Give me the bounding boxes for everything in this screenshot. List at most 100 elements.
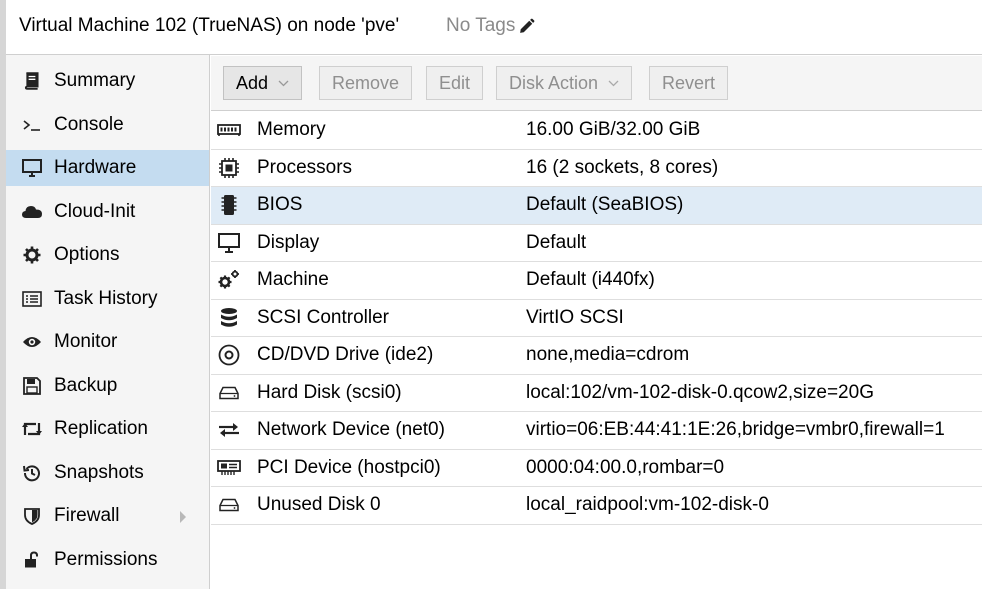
sidebar-item-permissions[interactable]: Permissions (6, 542, 209, 578)
row-name: Display (257, 231, 320, 253)
sidebar-item-hardware[interactable]: Hardware (6, 150, 209, 186)
row-value: virtio=06:EB:44:41:1E:26,bridge=vmbr0,fi… (526, 419, 945, 441)
eye-icon (20, 331, 44, 353)
hardware-toolbar: Add Remove Edit Disk Action Revert (211, 56, 982, 111)
row-name: Processors (257, 156, 353, 178)
cdrom-icon (216, 344, 242, 366)
table-row[interactable]: BIOS Default (SeaBIOS) (211, 187, 982, 225)
table-row[interactable]: Network Device (net0) virtio=06:EB:44:41… (211, 412, 982, 450)
row-name: SCSI Controller (257, 306, 389, 328)
disk-action-label: Disk Action (509, 72, 599, 93)
row-value: Default (i440fx) (526, 269, 655, 291)
hdd-icon (216, 382, 242, 404)
sidebar-item-label: Replication (54, 418, 148, 439)
microchip-icon (216, 194, 242, 216)
sidebar-item-label: Hardware (54, 157, 137, 178)
row-value: Default (526, 231, 587, 253)
row-name: Machine (257, 269, 329, 291)
sidebar-item-label: Cloud-Init (54, 201, 136, 222)
sidebar-item-monitor[interactable]: Monitor (6, 324, 209, 360)
cogs-icon (216, 269, 242, 291)
book-icon (20, 70, 44, 92)
sidebar-item-label: Summary (54, 70, 136, 91)
row-value: Default (SeaBIOS) (526, 194, 684, 216)
row-name: BIOS (257, 194, 303, 216)
sidebar-item-label: Permissions (54, 549, 158, 570)
hardware-grid: Memory 16.00 GiB/32.00 GiB Processors 16… (211, 112, 982, 525)
sidebar-item-label: Monitor (54, 331, 118, 352)
row-name: CD/DVD Drive (ide2) (257, 344, 434, 366)
table-row[interactable]: Processors 16 (2 sockets, 8 cores) (211, 150, 982, 187)
memory-icon (216, 119, 242, 141)
cloud-icon (20, 201, 44, 223)
row-name: Network Device (net0) (257, 419, 445, 441)
remove-button[interactable]: Remove (319, 66, 413, 100)
desktop-icon (216, 232, 242, 254)
row-value: local_raidpool:vm-102-disk-0 (526, 494, 769, 516)
row-value: 16.00 GiB/32.00 GiB (526, 119, 701, 141)
table-row[interactable]: CD/DVD Drive (ide2) none,media=cdrom (211, 337, 982, 375)
gear-icon (20, 244, 44, 266)
pencil-icon[interactable] (518, 18, 535, 35)
row-name: Memory (257, 119, 326, 141)
floppy-icon (20, 375, 44, 397)
sidebar-item-label: Snapshots (54, 462, 144, 483)
row-name: Unused Disk 0 (257, 494, 381, 516)
table-row[interactable]: Memory 16.00 GiB/32.00 GiB (211, 112, 982, 150)
sidebar-item-label: Task History (54, 288, 158, 309)
add-button[interactable]: Add (223, 66, 303, 100)
tags-editor[interactable]: No Tags (446, 15, 535, 37)
table-row[interactable]: Display Default (211, 225, 982, 262)
add-label: Add (236, 72, 269, 93)
row-value: VirtIO SCSI (526, 306, 624, 328)
sidebar-item-label: Firewall (54, 505, 120, 526)
sidebar-nav: Summary Console Hardware Cloud-Init Opti… (6, 55, 210, 589)
sidebar-item-cloud-init[interactable]: Cloud-Init (6, 194, 209, 230)
panel-header: Virtual Machine 102 (TrueNAS) on node 'p… (6, 0, 982, 55)
monitor-icon (20, 157, 44, 179)
row-value: 0000:04:00.0,rombar=0 (526, 456, 725, 478)
sidebar-item-label: Backup (54, 375, 118, 396)
revert-label: Revert (662, 72, 716, 93)
history-icon (20, 462, 44, 484)
revert-button[interactable]: Revert (649, 66, 729, 100)
cpu-icon (216, 157, 242, 179)
sidebar-item-console[interactable]: Console (6, 107, 209, 143)
sidebar-item-summary[interactable]: Summary (6, 63, 209, 99)
sidebar-item-snapshots[interactable]: Snapshots (6, 455, 209, 491)
table-row[interactable]: SCSI Controller VirtIO SCSI (211, 300, 982, 337)
unlock-icon (20, 549, 44, 571)
shield-icon (20, 505, 44, 527)
sidebar-item-replication[interactable]: Replication (6, 411, 209, 447)
row-name: PCI Device (hostpci0) (257, 456, 441, 478)
row-value: 16 (2 sockets, 8 cores) (526, 156, 719, 178)
chevron-down-icon (608, 80, 619, 87)
table-row[interactable]: Machine Default (i440fx) (211, 262, 982, 300)
table-row[interactable]: Hard Disk (scsi0) local:102/vm-102-disk-… (211, 375, 982, 412)
retweet-icon (20, 418, 44, 440)
hdd-icon (216, 494, 242, 516)
tags-label: No Tags (446, 15, 516, 36)
chevron-down-icon (278, 80, 289, 87)
sidebar-item-label: Options (54, 244, 120, 265)
page-title: Virtual Machine 102 (TrueNAS) on node 'p… (19, 15, 400, 36)
sidebar-item-firewall[interactable]: Firewall (6, 498, 209, 534)
remove-label: Remove (332, 72, 400, 93)
edit-button[interactable]: Edit (426, 66, 484, 100)
row-value: local:102/vm-102-disk-0.qcow2,size=20G (526, 381, 874, 403)
sidebar-item-backup[interactable]: Backup (6, 368, 209, 404)
submenu-arrow-icon[interactable] (179, 508, 187, 530)
row-name: Hard Disk (scsi0) (257, 381, 402, 403)
table-row[interactable]: Unused Disk 0 local_raidpool:vm-102-disk… (211, 487, 982, 525)
database-icon (216, 307, 242, 329)
table-row[interactable]: PCI Device (hostpci0) 0000:04:00.0,romba… (211, 450, 982, 487)
sidebar-item-options[interactable]: Options (6, 237, 209, 273)
exchange-icon (216, 419, 242, 441)
row-value: none,media=cdrom (526, 344, 690, 366)
sidebar-item-task-history[interactable]: Task History (6, 281, 209, 317)
list-icon (20, 288, 44, 310)
edit-label: Edit (439, 72, 471, 93)
terminal-icon (20, 114, 44, 136)
sidebar-item-label: Console (54, 114, 124, 135)
disk-action-button[interactable]: Disk Action (496, 66, 633, 100)
